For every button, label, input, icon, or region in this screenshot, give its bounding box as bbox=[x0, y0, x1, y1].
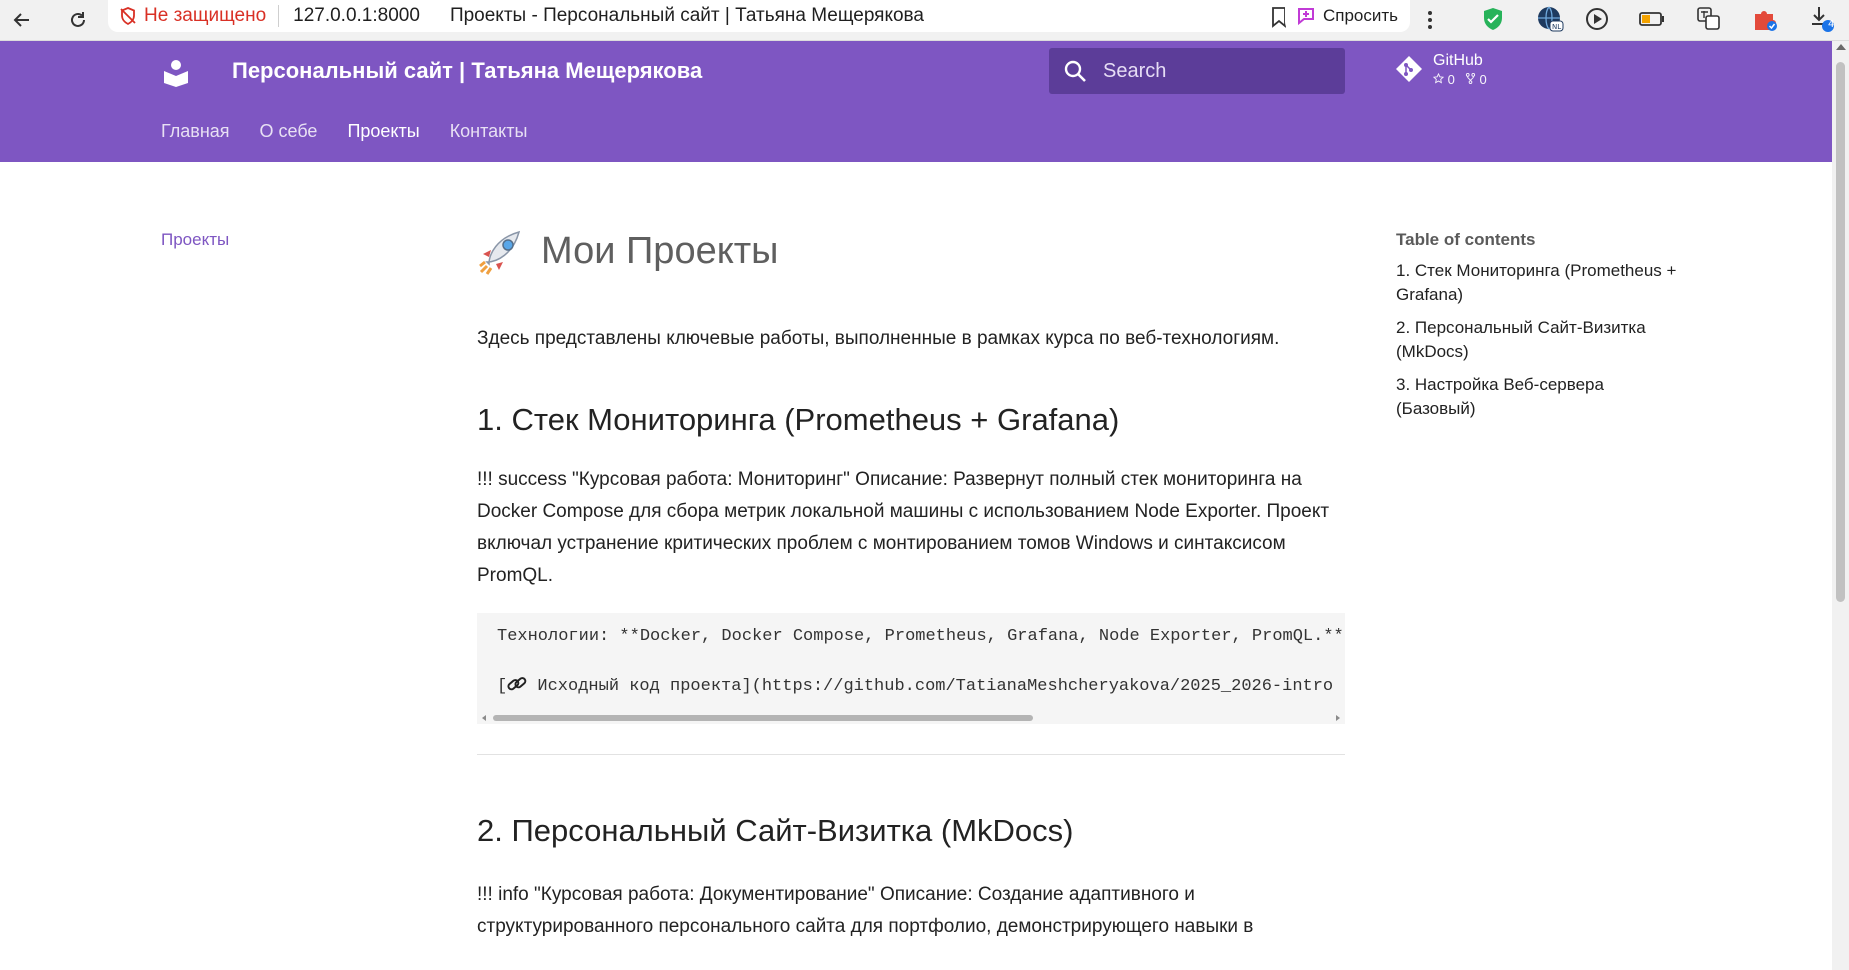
repo-link[interactable]: GitHub 0 0 bbox=[1395, 51, 1487, 89]
download-badge: 4 bbox=[1828, 19, 1835, 30]
tab-projects[interactable]: Проекты bbox=[347, 121, 419, 142]
insecure-shield-icon bbox=[120, 7, 136, 26]
kebab-menu-icon bbox=[1428, 11, 1432, 29]
main-content: Мои Проекты Здесь представлены ключевые … bbox=[477, 226, 1345, 943]
section-text-1: !!! success "Курсовая работа: Мониторинг… bbox=[477, 469, 1330, 586]
tab-about[interactable]: О себе bbox=[260, 121, 318, 142]
reload-button[interactable] bbox=[62, 4, 94, 36]
globe-icon: NL bbox=[1538, 6, 1564, 32]
divider bbox=[278, 5, 280, 27]
toc-title: Table of contents bbox=[1396, 230, 1536, 249]
url-text[interactable]: 127.0.0.1:8000 bbox=[293, 5, 420, 27]
page-title: Мои Проекты bbox=[477, 226, 1345, 276]
extension-battery[interactable] bbox=[1637, 4, 1667, 34]
toc-item[interactable]: 1. Стек Мониторинга (Prometheus + Grafan… bbox=[1396, 259, 1686, 307]
security-indicator[interactable]: Не защищено bbox=[108, 5, 266, 27]
code-line-text: Исходный код проекта](https://github.com… bbox=[527, 677, 1334, 696]
toc-item[interactable]: 2. Персональный Сайт-Визитка (MkDocs) bbox=[1396, 316, 1686, 364]
page-title-in-bar: Проекты - Персональный сайт | Татьяна Ме… bbox=[449, 5, 925, 26]
extension-translate[interactable] bbox=[1694, 4, 1724, 34]
section-divider bbox=[477, 754, 1345, 755]
arrow-left-icon bbox=[13, 13, 29, 27]
toc-item[interactable]: 3. Настройка Веб-сервера (Базовый) bbox=[1396, 373, 1686, 421]
tab-contacts[interactable]: Контакты bbox=[450, 121, 528, 142]
code-line-link: [ Исходный код проекта](https://github.c… bbox=[497, 675, 1333, 696]
puzzle-icon bbox=[1755, 11, 1777, 31]
scroll-left-arrow[interactable] bbox=[482, 715, 486, 721]
site-header: Персональный сайт | Татьяна Мещерякова G… bbox=[0, 41, 1832, 162]
star-icon bbox=[1432, 72, 1445, 84]
intro-paragraph: Здесь представлены ключевые работы, выпо… bbox=[477, 328, 1280, 349]
rocket-icon bbox=[479, 230, 521, 275]
address-bar[interactable]: Не защищено 127.0.0.1:8000 Проекты - Пер… bbox=[108, 0, 1304, 32]
browser-toolbar: Не защищено 127.0.0.1:8000 Проекты - Пер… bbox=[0, 0, 1849, 41]
search-box[interactable] bbox=[1049, 48, 1345, 94]
extension-puzzle[interactable] bbox=[1750, 4, 1780, 34]
link-icon bbox=[507, 677, 527, 691]
code-block[interactable]: Технологии: **Docker, Docker Compose, Pr… bbox=[477, 613, 1345, 724]
fork-icon bbox=[1465, 73, 1475, 84]
site-title[interactable]: Персональный сайт | Татьяна Мещерякова bbox=[232, 58, 702, 84]
repo-forks-count: 0 bbox=[1479, 72, 1487, 87]
search-icon bbox=[1064, 60, 1086, 82]
ask-label: Спросить bbox=[1323, 6, 1399, 25]
search-input[interactable] bbox=[1101, 58, 1325, 84]
code-line: Технологии: **Docker, Docker Compose, Pr… bbox=[497, 627, 1344, 646]
battery-icon bbox=[1639, 12, 1664, 26]
page-scrollbar-thumb[interactable] bbox=[1836, 62, 1845, 602]
repo-stars-count: 0 bbox=[1447, 72, 1455, 87]
repo-stars: 0 bbox=[1432, 70, 1455, 89]
tab-home[interactable]: Главная bbox=[161, 121, 230, 142]
reload-icon bbox=[71, 12, 85, 27]
site-logo[interactable] bbox=[161, 57, 191, 87]
section-text-2: !!! info "Курсовая работа: Документирова… bbox=[477, 884, 1254, 937]
shield-check-icon bbox=[1484, 8, 1502, 30]
git-icon bbox=[1396, 56, 1422, 82]
book-logo-icon bbox=[164, 60, 188, 87]
nav-tabs: Главная О себе Проекты Контакты bbox=[161, 121, 557, 142]
play-circle-icon bbox=[1586, 8, 1608, 30]
table-of-contents: Table of contents 1. Стек Мониторинга (P… bbox=[1396, 230, 1696, 421]
security-label: Не защищено bbox=[144, 5, 267, 26]
page-title-text: Мои Проекты bbox=[541, 229, 779, 272]
extension-vpn[interactable]: NL bbox=[1535, 4, 1565, 34]
translate-icon bbox=[1697, 7, 1720, 30]
ai-chat-icon bbox=[1298, 8, 1314, 26]
ask-button[interactable]: Спросить bbox=[1285, 0, 1411, 32]
extension-player[interactable] bbox=[1583, 4, 1613, 34]
extension-adblock[interactable] bbox=[1478, 4, 1508, 34]
section-heading-1: 1. Стек Мониторинга (Prometheus + Grafan… bbox=[477, 402, 1120, 437]
scroll-up-arrow[interactable] bbox=[1836, 44, 1846, 50]
back-button[interactable] bbox=[6, 4, 38, 36]
sidebar-item-projects[interactable]: Проекты bbox=[161, 230, 229, 250]
section-heading-2: 2. Персональный Сайт-Визитка (MkDocs) bbox=[477, 813, 1074, 848]
svg-text:NL: NL bbox=[1552, 23, 1561, 31]
code-scrollbar-thumb[interactable] bbox=[493, 715, 1033, 721]
scroll-right-arrow[interactable] bbox=[1336, 715, 1340, 721]
downloads-button[interactable]: 4 bbox=[1808, 4, 1838, 34]
repo-forks: 0 bbox=[1465, 70, 1487, 89]
repo-label: GitHub bbox=[1433, 52, 1483, 69]
more-menu-button[interactable] bbox=[1418, 4, 1442, 36]
code-scrollbar[interactable] bbox=[481, 710, 1341, 724]
code-line-prefix: [ bbox=[497, 677, 508, 696]
